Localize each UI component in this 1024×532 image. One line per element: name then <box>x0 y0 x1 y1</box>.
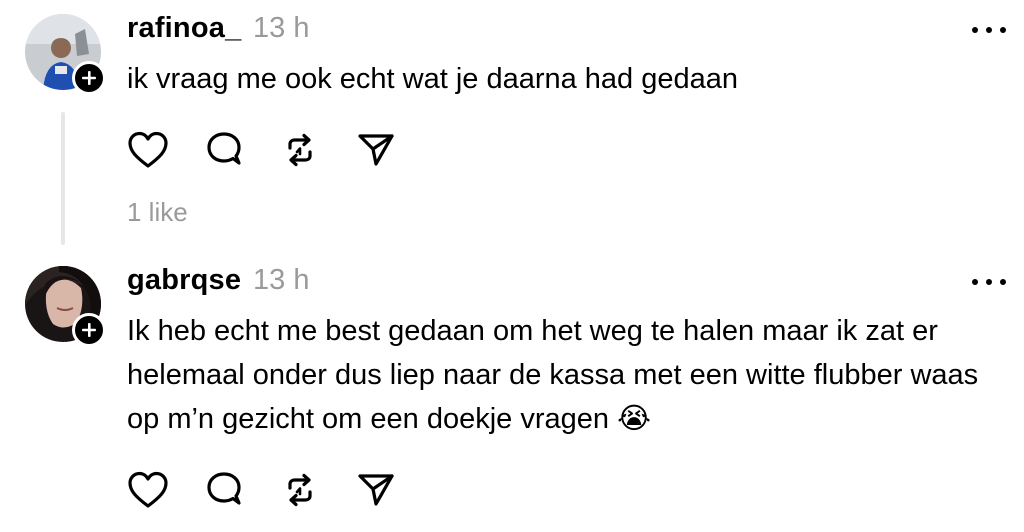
comment-text: Ik heb echt me best gedaan om het weg te… <box>127 315 979 435</box>
heart-icon <box>128 471 168 508</box>
follow-button[interactable] <box>72 61 106 95</box>
share-button[interactable] <box>355 130 399 170</box>
heart-icon <box>128 131 168 168</box>
repost-button[interactable] <box>279 470 323 510</box>
timestamp: 13 h <box>253 12 310 44</box>
comment-bubble-icon <box>207 472 241 505</box>
repost-icon <box>288 133 312 167</box>
send-icon <box>358 134 394 166</box>
comment-text: ik vraag me ook echt wat je daarna had g… <box>127 63 739 95</box>
share-button[interactable] <box>355 470 399 510</box>
like-button[interactable] <box>127 470 171 510</box>
timestamp: 13 h <box>253 264 310 296</box>
reply-button[interactable] <box>203 130 247 170</box>
send-icon <box>358 474 394 506</box>
plus-icon <box>82 323 96 337</box>
follow-button[interactable] <box>72 313 106 347</box>
reply-button[interactable] <box>203 470 247 510</box>
username[interactable]: rafinoa_ <box>127 12 241 45</box>
plus-icon <box>82 71 96 85</box>
action-bar <box>127 470 407 510</box>
repost-icon <box>288 473 312 507</box>
action-bar <box>127 130 407 170</box>
username[interactable]: gabrqse <box>127 264 241 297</box>
comment-bubble-icon <box>207 132 241 165</box>
thread-connector-line <box>61 112 65 245</box>
repost-button[interactable] <box>279 130 323 170</box>
like-count[interactable]: 1 like <box>127 197 188 228</box>
like-button[interactable] <box>127 130 171 170</box>
more-dots-icon[interactable] <box>972 272 1006 292</box>
more-dots-icon[interactable] <box>972 20 1006 40</box>
